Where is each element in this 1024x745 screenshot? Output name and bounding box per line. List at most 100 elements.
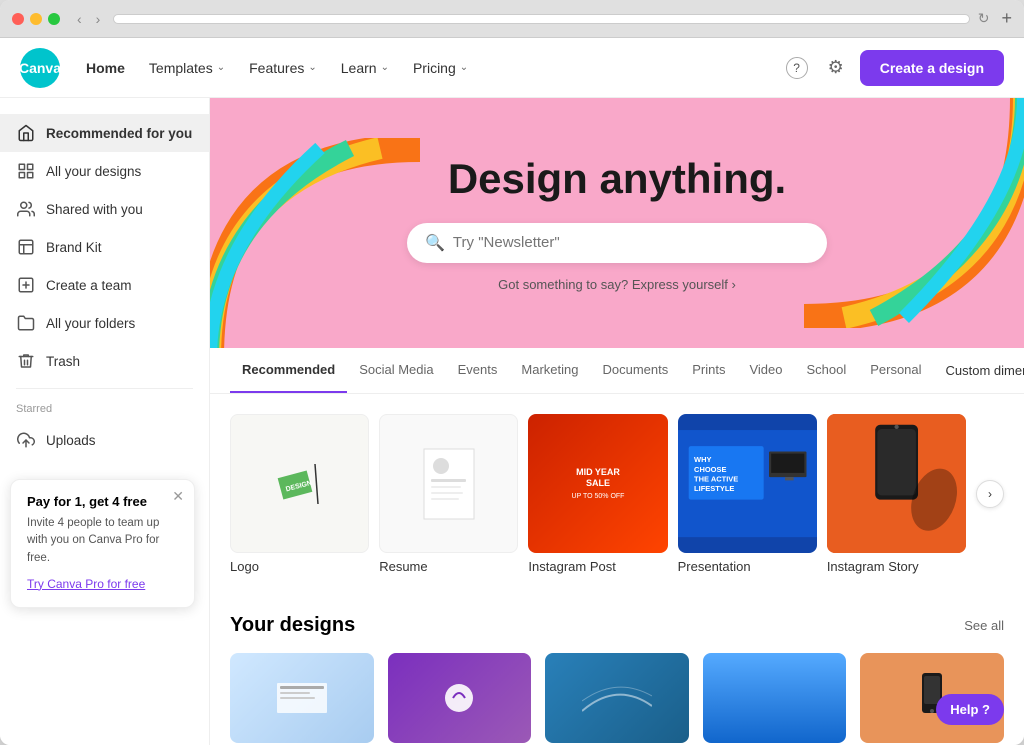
sidebar-divider [16,388,193,389]
question-icon: ? [786,57,808,79]
uploads-label: Uploads [46,433,96,448]
close-button[interactable] [12,13,24,25]
users-icon [16,199,36,219]
forward-button[interactable]: › [91,9,106,29]
recommended-section: DESIGN Logo [210,394,1024,594]
logo-text: Canva [19,60,61,76]
nav-right: ? ⚙ Create a design [782,50,1004,86]
top-nav: Canva Home Templates ⌄ Features ⌄ Learn … [0,38,1024,98]
resume-thumb [379,414,518,553]
sidebar-item-brand[interactable]: Brand Kit [0,228,209,266]
learn-label: Learn [341,60,377,76]
your-design-thumb-2 [388,653,532,743]
help-button[interactable]: Help ? [936,694,1004,725]
sidebar-item-create-team[interactable]: Create a team [0,266,209,304]
sidebar-item-uploads[interactable]: Uploads [0,421,209,459]
your-design-card-1[interactable] [230,653,374,743]
design-card-story[interactable]: Instagram Story [827,414,966,574]
trash-icon [16,351,36,371]
help-icon-button[interactable]: ? [782,52,812,83]
sidebar-item-all-designs[interactable]: All your designs [0,152,209,190]
content-area: Design anything. 🔍 Got something to say?… [210,98,1024,745]
nav-learn[interactable]: Learn ⌄ [331,52,399,84]
presentation-label: Presentation [678,559,817,574]
your-design-thumb-1 [230,653,374,743]
upload-icon [16,430,36,450]
gear-icon: ⚙ [828,57,844,77]
story-thumb [827,414,966,553]
hero-banner: Design anything. 🔍 Got something to say?… [210,98,1024,348]
trash-label: Trash [46,354,80,369]
instagram-thumb: MID YEARSALE UP TO 50% OFF [528,414,667,553]
promo-popup: ✕ Pay for 1, get 4 free Invite 4 people … [10,479,195,608]
tab-marketing[interactable]: Marketing [509,348,590,393]
your-design-card-3[interactable] [545,653,689,743]
promo-link[interactable]: Try Canva Pro for free [27,577,145,591]
browser-chrome: ‹ › ↻ + [0,0,1024,38]
brand-icon [16,237,36,257]
team-icon [16,275,36,295]
shared-label: Shared with you [46,202,143,217]
sidebar-item-folders[interactable]: All your folders [0,304,209,342]
tab-social-media[interactable]: Social Media [347,348,445,393]
traffic-lights [12,13,60,25]
tab-school[interactable]: School [794,348,858,393]
sidebar-item-trash[interactable]: Trash [0,342,209,380]
minimize-button[interactable] [30,13,42,25]
all-designs-label: All your designs [46,164,141,179]
hero-search-bar[interactable]: 🔍 [407,223,827,263]
sidebar-item-shared[interactable]: Shared with you [0,190,209,228]
features-chevron-icon: ⌄ [308,62,316,73]
your-designs-title: Your designs [230,614,355,637]
tab-documents[interactable]: Documents [590,348,680,393]
rainbow-right-decoration [794,98,1024,328]
nav-links: Home Templates ⌄ Features ⌄ Learn ⌄ Pric… [76,52,782,84]
svg-text:CHOOSE: CHOOSE [694,465,726,474]
nav-pricing[interactable]: Pricing ⌄ [403,52,478,84]
see-all-link[interactable]: See all [964,618,1004,633]
story-thumb-image [827,414,966,553]
nav-features[interactable]: Features ⌄ [239,52,327,84]
new-tab-button[interactable]: + [1001,8,1012,29]
hero-subtitle[interactable]: Got something to say? Express yourself › [498,277,736,292]
maximize-button[interactable] [48,13,60,25]
svg-text:LIFESTYLE: LIFESTYLE [694,484,734,493]
resume-thumb-image [416,444,481,524]
promo-title: Pay for 1, get 4 free [27,494,178,509]
create-team-label: Create a team [46,278,132,293]
design-card-instagram[interactable]: MID YEARSALE UP TO 50% OFF Instagram Pos… [528,414,667,574]
logo[interactable]: Canva [20,48,60,88]
nav-templates[interactable]: Templates ⌄ [139,52,235,84]
hero-search-input[interactable] [453,234,809,251]
tab-personal[interactable]: Personal [858,348,933,393]
tab-recommended[interactable]: Recommended [230,348,347,393]
refresh-button[interactable]: ↻ [978,10,990,27]
design-card-presentation[interactable]: WHY CHOOSE THE ACTIVE LIFESTYLE Presenta… [678,414,817,574]
browser-nav-arrows: ‹ › [72,9,105,29]
your-design-card-4[interactable] [703,653,847,743]
sidebar-item-recommended[interactable]: Recommended for you [0,114,209,152]
address-bar[interactable] [113,14,969,24]
search-icon: 🔍 [425,233,445,253]
design-card-resume[interactable]: Resume [379,414,518,574]
tab-prints[interactable]: Prints [680,348,737,393]
tab-video[interactable]: Video [737,348,794,393]
recommended-label: Recommended for you [46,126,192,141]
design-card-logo[interactable]: DESIGN Logo [230,414,369,574]
your-design-card-2[interactable] [388,653,532,743]
all-folders-label: All your folders [46,316,135,331]
category-tabs: Recommended Social Media Events Marketin… [210,348,1024,394]
settings-button[interactable]: ⚙ [824,53,848,82]
features-label: Features [249,60,304,76]
pricing-chevron-icon: ⌄ [460,62,468,73]
starred-section-label: Starred [0,397,209,421]
custom-dimensions-link[interactable]: Custom dimensions [934,349,1024,392]
promo-close-button[interactable]: ✕ [172,488,184,505]
tab-events[interactable]: Events [446,348,510,393]
scroll-right-arrow[interactable]: › [976,480,1004,508]
create-design-button[interactable]: Create a design [860,50,1004,86]
main-content: Recommended for you All your designs Sha… [0,98,1024,745]
nav-home[interactable]: Home [76,52,135,84]
back-button[interactable]: ‹ [72,9,87,29]
hero-title: Design anything. [448,155,786,203]
